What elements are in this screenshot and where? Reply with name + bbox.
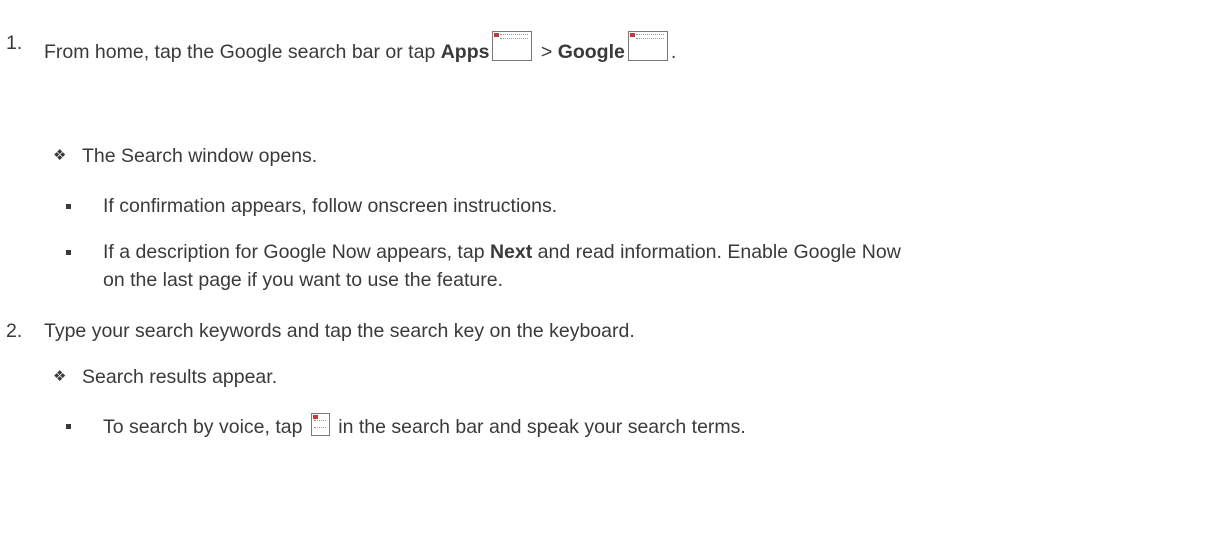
- square-bullet-icon: [66, 424, 71, 429]
- apps-label: Apps: [440, 41, 490, 63]
- microphone-icon: [310, 413, 330, 436]
- square-bullet-icon: [66, 250, 71, 255]
- result-text: Search results appear.: [82, 366, 278, 388]
- diamond-bullet-icon: ❖: [53, 368, 67, 385]
- apps-icon: [492, 31, 533, 61]
- sub-bullet-text: To search by voice, tap in the search ba…: [103, 413, 746, 439]
- step-text: >: [535, 41, 558, 63]
- sub-bullet-text: If a description for Google Now appears,…: [103, 241, 901, 263]
- step-1-text: From home, tap the Google search bar or …: [44, 31, 676, 64]
- step-text: .: [670, 41, 677, 63]
- step-text: From home, tap the Google search bar or …: [44, 41, 441, 63]
- sub-bullet-text: If confirmation appears, follow onscreen…: [103, 195, 558, 217]
- step-2-text: Type your search keywords and tap the se…: [44, 320, 635, 342]
- next-label: Next: [489, 241, 533, 263]
- google-label: Google: [557, 41, 625, 63]
- step-number: 2.: [6, 320, 23, 342]
- result-text: The Search window opens.: [82, 145, 318, 167]
- square-bullet-icon: [66, 204, 71, 209]
- sub-bullet-text-continued: on the last page if you want to use the …: [103, 269, 504, 291]
- google-app-icon: [627, 31, 668, 61]
- step-number: 1.: [6, 32, 23, 54]
- diamond-bullet-icon: ❖: [53, 147, 67, 164]
